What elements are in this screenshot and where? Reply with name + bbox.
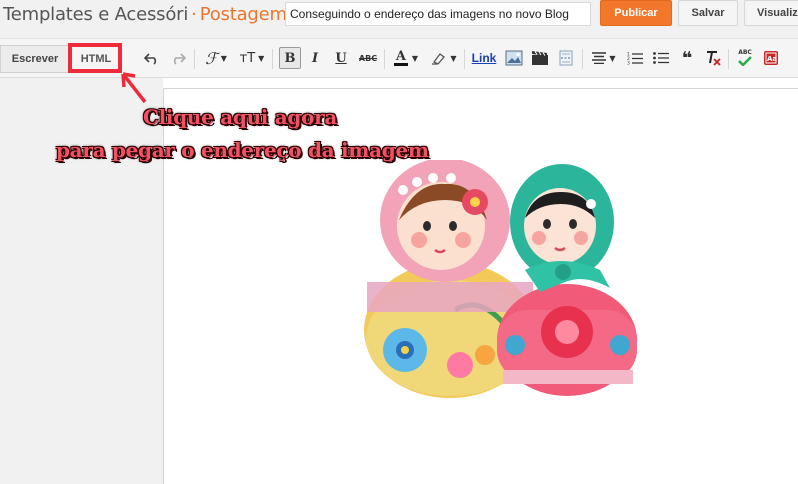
tab-compose[interactable]: Escrever	[0, 45, 70, 73]
font-size-glyph: тT	[239, 50, 256, 66]
save-button[interactable]: Salvar	[678, 0, 738, 26]
spellcheck-icon[interactable]: ABC	[734, 47, 756, 69]
svg-text:Aa: Aa	[767, 55, 777, 63]
numbered-list-icon[interactable]: 123	[624, 47, 646, 69]
toolbar-separator	[384, 49, 385, 69]
highlight-icon[interactable]: ▼	[428, 47, 460, 69]
breadcrumb-separator: ·	[191, 4, 197, 25]
blog-name[interactable]: Templates e Acessóri	[3, 4, 188, 25]
clear-format-icon[interactable]	[702, 47, 724, 69]
italic-icon[interactable]: I	[305, 47, 325, 69]
toolbar-separator	[582, 49, 583, 69]
undo-icon[interactable]	[142, 47, 162, 69]
bullet-list-icon[interactable]	[650, 47, 672, 69]
annotation-line-1: Clique aqui agora	[143, 105, 338, 129]
bold-icon[interactable]: B	[279, 47, 301, 69]
toolbar-separator	[194, 49, 195, 69]
image-icon[interactable]	[503, 47, 525, 69]
preview-button[interactable]: Visualiz	[744, 0, 798, 26]
html-tab-highlight	[68, 43, 122, 73]
svg-text:3: 3	[627, 61, 630, 66]
post-title-input[interactable]	[285, 2, 591, 26]
toolbar-separator	[272, 49, 273, 69]
align-icon[interactable]: ▼	[588, 47, 620, 69]
strikethrough-icon[interactable]: ABC	[356, 47, 380, 69]
section-title: Postagem	[199, 4, 287, 25]
link-button[interactable]: Link	[470, 47, 498, 69]
annotation-line-2: para pegar o endereço da imagem	[56, 138, 429, 162]
quote-icon[interactable]: ❝	[676, 47, 698, 69]
post-image[interactable]	[355, 158, 655, 400]
toolbar-separator	[728, 49, 729, 69]
text-color-icon[interactable]: A ▼	[390, 47, 422, 69]
font-size-icon[interactable]: тT ▼	[236, 47, 268, 69]
publish-button[interactable]: Publicar	[600, 0, 672, 26]
breadcrumb: Templates e Acessóri · Postagem	[3, 4, 287, 25]
matryoshka-dolls-image	[364, 158, 637, 398]
link-label: Link	[471, 51, 497, 65]
video-icon[interactable]	[529, 47, 551, 69]
underline-icon[interactable]: U	[331, 47, 351, 69]
font-family-icon[interactable]: ℱ ▼	[200, 47, 232, 69]
annotation-arrow-icon	[121, 72, 147, 104]
top-bar: Templates e Acessóri·Postagem Publicar S…	[0, 0, 798, 38]
input-tools-icon[interactable]: Aa	[760, 47, 782, 69]
toolbar-separator	[464, 49, 465, 69]
jump-break-icon[interactable]	[555, 47, 577, 69]
redo-icon[interactable]	[168, 47, 188, 69]
